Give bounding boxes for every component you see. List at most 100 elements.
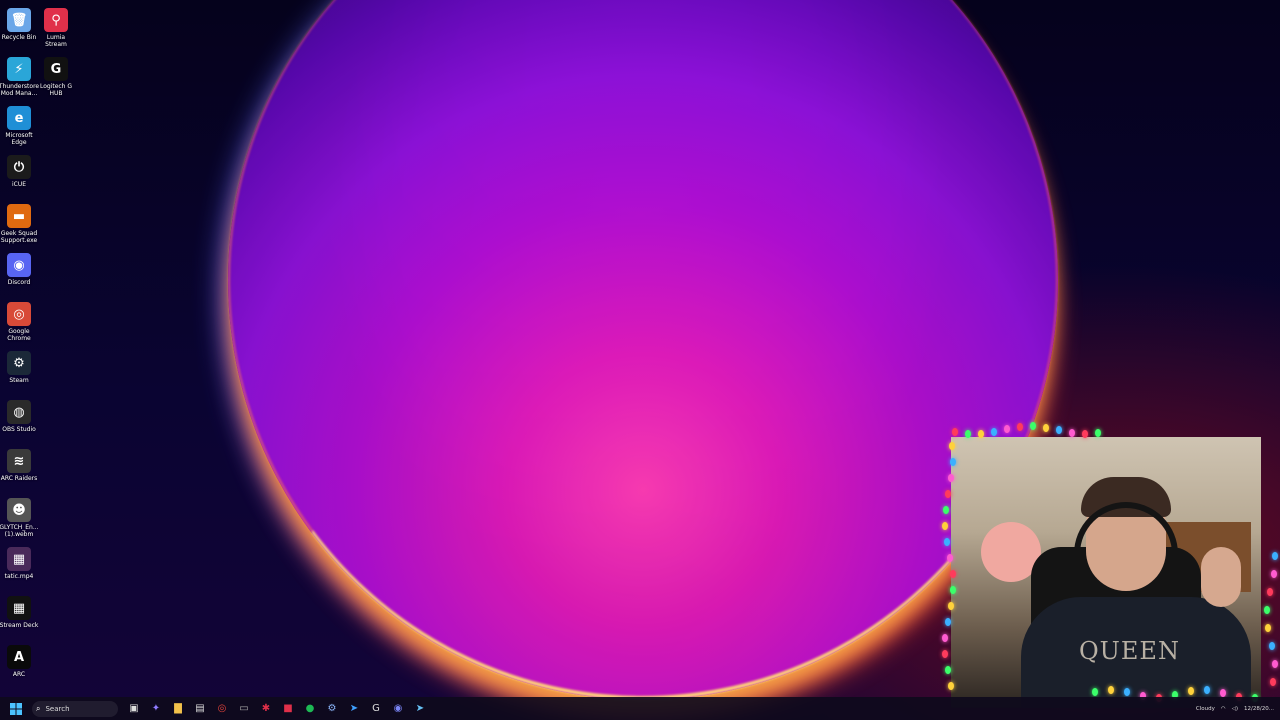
recycle-bin-icon: 🗑 [7, 8, 31, 32]
desktop-icon-google-chrome[interactable]: ◎ Google Chrome [0, 300, 38, 342]
arc-icon: A [7, 645, 31, 669]
volume-icon[interactable]: ◁) [1232, 706, 1238, 712]
clock-date[interactable]: 12/28/20... [1244, 706, 1274, 712]
webcam-overlay: QUEEN [951, 437, 1261, 708]
taskbar-app-logitech[interactable]: G [366, 699, 386, 719]
geek-squad-icon: ▬ [7, 204, 31, 228]
desktop-icon-label: ARC Raiders [0, 475, 38, 482]
chrome-icon: ◎ [217, 703, 227, 714]
taskbar-app-steam[interactable]: ⚙ [322, 699, 342, 719]
desktop-icon-geek-squad[interactable]: ▬ Geek Squad Support.exe [0, 202, 38, 244]
desktop-icon-arc[interactable]: A ARC [0, 643, 38, 678]
desktop-icon-glytch-webm[interactable]: ☻ GLYTCH_En... (1).webm [0, 496, 39, 538]
obs-studio-icon: ◍ [7, 400, 31, 424]
taskbar-app-file-explorer[interactable]: ▇ [168, 699, 188, 719]
logitech-g-hub-icon: G [44, 57, 68, 81]
desktop-icon-obs-studio[interactable]: ◍ OBS Studio [0, 398, 38, 433]
light-bulb [1269, 642, 1276, 650]
light-bulb [1266, 588, 1273, 596]
spotify-icon: ● [305, 703, 315, 714]
taskbar: ⌕ Search ▣ ✦ ▇ ▤ ◎ ▭ ✱ ■ ● ⚙ ➤ G ◉ ➤ Cloudy ◠ ◁) 12/2… [0, 697, 1280, 720]
desktop-icon-static-mp4[interactable]: ▦ tatic.mp4 [0, 545, 38, 580]
desktop-icon-stream-deck[interactable]: ▦ Stream Deck [0, 594, 38, 629]
light-bulb [944, 666, 951, 674]
light-bulb [1095, 429, 1101, 438]
taskbar-app-store[interactable]: ▤ [190, 699, 210, 719]
app-generic-icon: ▭ [239, 703, 249, 714]
logitech-icon: G [372, 703, 380, 714]
desktop-icon-label: Steam [9, 377, 29, 384]
desktop: 🗑 Recycle Bin ⚲ Lumia Stream ⚡ Thunderstore M… [0, 0, 1280, 720]
taskbar-app-app-blue[interactable]: ➤ [344, 699, 364, 719]
light-bulb [1271, 660, 1278, 668]
desktop-icon-arc-raiders[interactable]: ≋ ARC Raiders [0, 447, 38, 482]
desktop-icon-label: Microsoft Edge [5, 132, 33, 146]
app-steam2-icon: ➤ [415, 703, 425, 714]
light-bulb [1265, 624, 1272, 632]
desktop-icon-label: GLYTCH_En... (1).webm [0, 524, 39, 538]
desktop-icon-logitech-g-hub[interactable]: G Logitech G HUB [37, 55, 75, 97]
app-red-square-icon: ■ [283, 703, 293, 714]
search-placeholder: Search [45, 704, 70, 713]
taskbar-app-spotify[interactable]: ● [300, 699, 320, 719]
light-bulb [1264, 606, 1271, 614]
desktop-icon-discord[interactable]: ◉ Discord [0, 251, 38, 286]
taskbar-app-app-generic[interactable]: ▭ [234, 699, 254, 719]
desktop-icon-thunderstore[interactable]: ⚡ Thunderstore Mod Mana... [0, 55, 40, 97]
taskbar-app-chrome[interactable]: ◎ [212, 699, 232, 719]
steam-icon: ⚙ [327, 703, 337, 714]
light-bulb [944, 618, 951, 626]
light-bulb [942, 634, 949, 642]
desktop-icon-steam[interactable]: ⚙ Steam [0, 349, 38, 384]
start-button[interactable] [6, 699, 26, 719]
thunderstore-icon: ⚡ [7, 57, 31, 81]
desktop-icon-label: Google Chrome [7, 328, 31, 342]
light-bulb [1270, 570, 1277, 578]
light-bulb [1056, 426, 1062, 435]
windows-logo-icon [10, 702, 22, 715]
glytch-webm-icon: ☻ [7, 498, 31, 522]
app-red-icon: ✱ [261, 703, 271, 714]
system-tray: Cloudy ◠ ◁) 12/28/20... [1190, 697, 1274, 720]
app-blue-icon: ➤ [349, 703, 359, 714]
taskbar-app-app-steam2[interactable]: ➤ [410, 699, 430, 719]
desktop-icon-label: Geek Squad Support.exe [0, 230, 38, 244]
desktop-icon-label: iCUE [11, 181, 27, 188]
discord-icon: ◉ [7, 253, 31, 277]
desktop-icon-label: Lumia Stream [45, 34, 67, 48]
desktop-icon-label: Stream Deck [0, 622, 39, 629]
desktop-icon-label: Discord [7, 279, 31, 286]
taskbar-app-app-red-square[interactable]: ■ [278, 699, 298, 719]
wallpaper-orb-rim [228, 0, 1058, 700]
wifi-icon[interactable]: ◠ [1221, 706, 1226, 712]
lumia-stream-icon: ⚲ [44, 8, 68, 32]
taskbar-app-copilot[interactable]: ✦ [146, 699, 166, 719]
file-explorer-icon: ▇ [174, 703, 182, 714]
desktop-icon-icue[interactable]: ⏻ iCUE [0, 153, 38, 188]
desktop-icon-label: OBS Studio [2, 426, 36, 433]
taskbar-app-discord[interactable]: ◉ [388, 699, 408, 719]
weather-widget[interactable]: Cloudy [1196, 706, 1215, 712]
webcam-shirt-text: QUEEN [1079, 637, 1180, 665]
desktop-icon-label: tatic.mp4 [4, 573, 34, 580]
desktop-icon-label: ARC [12, 671, 26, 678]
desktop-icon-label: Logitech G HUB [39, 83, 73, 97]
light-bulb [1043, 423, 1049, 432]
google-chrome-icon: ◎ [7, 302, 31, 326]
desktop-icon-recycle-bin[interactable]: 🗑 Recycle Bin [0, 6, 38, 41]
microsoft-edge-icon: e [7, 106, 31, 130]
search-icon: ⌕ [36, 703, 41, 713]
copilot-icon: ✦ [151, 703, 161, 714]
desktop-icon-lumia-stream[interactable]: ⚲ Lumia Stream [37, 6, 75, 48]
discord-icon: ◉ [393, 703, 403, 714]
desktop-icon-microsoft-edge[interactable]: e Microsoft Edge [0, 104, 38, 146]
light-bulb [1271, 552, 1278, 560]
taskbar-app-task-view[interactable]: ▣ [124, 699, 144, 719]
taskbar-app-app-red[interactable]: ✱ [256, 699, 276, 719]
store-icon: ▤ [195, 703, 205, 714]
steam-icon: ⚙ [7, 351, 31, 375]
light-bulb [1069, 428, 1075, 437]
desktop-icon-label: Thunderstore Mod Mana... [0, 83, 40, 97]
desktop-icon-label: Recycle Bin [1, 34, 37, 41]
taskbar-search[interactable]: ⌕ Search [32, 700, 118, 717]
